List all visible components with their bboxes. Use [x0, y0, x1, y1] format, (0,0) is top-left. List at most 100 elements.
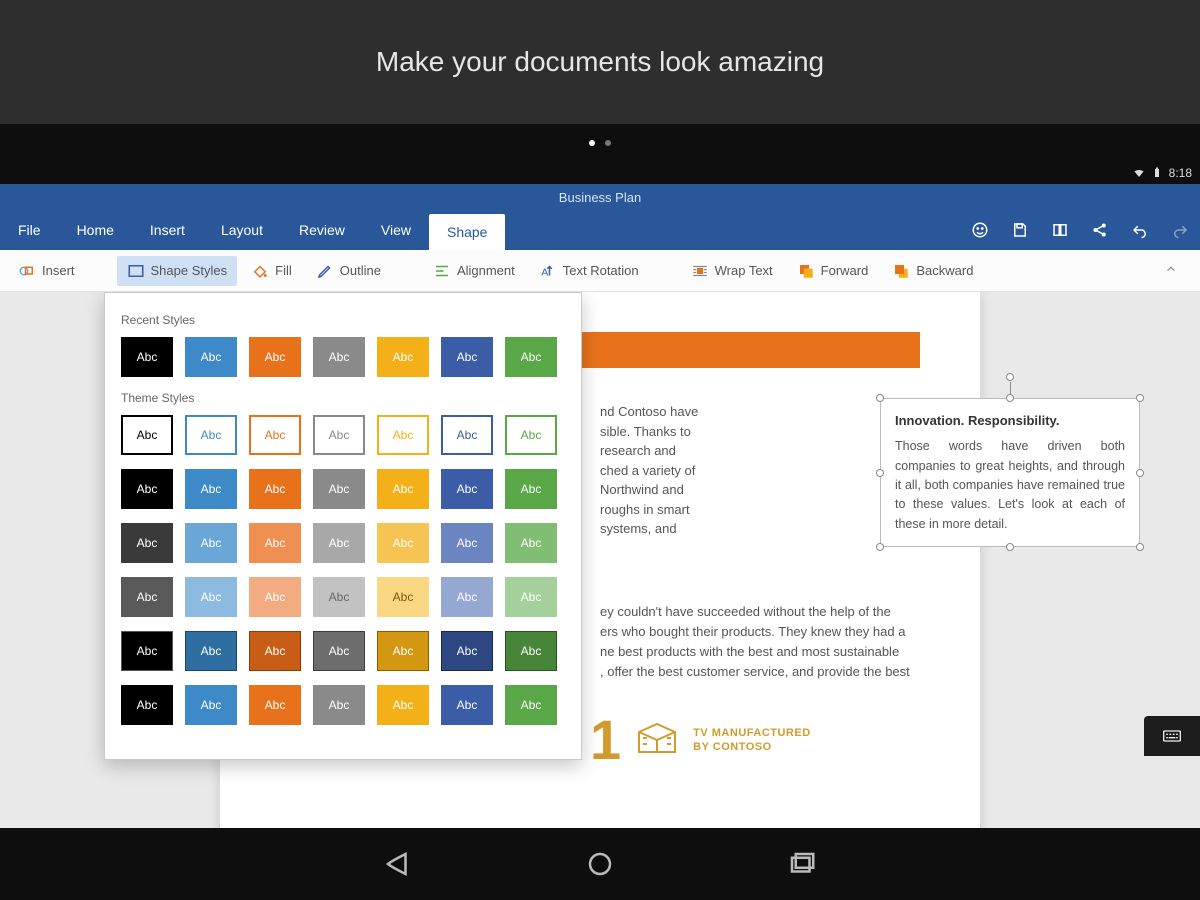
resize-handle[interactable]	[876, 543, 884, 551]
style-swatch[interactable]: Abc	[441, 415, 493, 455]
style-swatch[interactable]: Abc	[505, 469, 557, 509]
tool-bring-forward[interactable]: Forward	[787, 256, 879, 286]
nav-home-button[interactable]	[579, 843, 621, 885]
nav-recents-button[interactable]	[781, 843, 823, 885]
emoji-button[interactable]	[960, 210, 1000, 250]
tab-review[interactable]: Review	[281, 210, 363, 250]
document-canvas[interactable]: nd Contoso have sible. Thanks to researc…	[0, 292, 1200, 828]
style-swatch[interactable]: Abc	[505, 523, 557, 563]
tab-insert[interactable]: Insert	[132, 210, 203, 250]
ribbon-tabs: File Home Insert Layout Review View Shap…	[0, 210, 1200, 250]
style-swatch[interactable]: Abc	[121, 415, 173, 455]
style-swatch[interactable]: Abc	[377, 415, 429, 455]
style-swatch[interactable]: Abc	[313, 631, 365, 671]
tab-shape[interactable]: Shape	[429, 214, 505, 250]
tool-fill-label: Fill	[275, 263, 292, 278]
theme-styles-row: Abc Abc Abc Abc Abc Abc Abc	[121, 415, 565, 455]
style-swatch[interactable]: Abc	[185, 469, 237, 509]
style-swatch[interactable]: Abc	[249, 469, 301, 509]
tab-file[interactable]: File	[0, 210, 59, 250]
resize-handle[interactable]	[1136, 469, 1144, 477]
collapse-ribbon-button[interactable]	[1150, 262, 1192, 279]
style-swatch[interactable]: Abc	[313, 523, 365, 563]
tab-view[interactable]: View	[363, 210, 429, 250]
body-text-fragment: nd Contoso have sible. Thanks to researc…	[600, 402, 860, 539]
style-swatch[interactable]: Abc	[505, 631, 557, 671]
style-swatch[interactable]: Abc	[441, 337, 493, 377]
shape-styles-dropdown[interactable]: Recent Styles Abc Abc Abc Abc Abc Abc Abc Them…	[104, 292, 582, 760]
style-swatch[interactable]: Abc	[185, 337, 237, 377]
style-swatch[interactable]: Abc	[313, 337, 365, 377]
style-swatch[interactable]: Abc	[121, 337, 173, 377]
nav-back-button[interactable]	[377, 843, 419, 885]
resize-handle[interactable]	[1136, 543, 1144, 551]
style-swatch[interactable]: Abc	[121, 469, 173, 509]
reading-view-button[interactable]	[1040, 210, 1080, 250]
style-swatch[interactable]: Abc	[249, 631, 301, 671]
tool-wrap-text[interactable]: Wrap Text	[681, 256, 783, 286]
style-swatch[interactable]: Abc	[505, 577, 557, 617]
style-swatch[interactable]: Abc	[249, 337, 301, 377]
style-swatch[interactable]: Abc	[505, 415, 557, 455]
tool-fill[interactable]: Fill	[241, 256, 302, 286]
style-swatch[interactable]: Abc	[377, 577, 429, 617]
style-swatch[interactable]: Abc	[441, 685, 493, 725]
status-time: 8:18	[1169, 166, 1192, 180]
style-swatch[interactable]: Abc	[249, 685, 301, 725]
redo-button[interactable]	[1160, 210, 1200, 250]
style-swatch[interactable]: Abc	[377, 685, 429, 725]
style-swatch[interactable]: Abc	[249, 523, 301, 563]
style-swatch[interactable]: Abc	[121, 685, 173, 725]
tool-alignment[interactable]: Alignment	[423, 256, 525, 286]
recent-styles-row: Abc Abc Abc Abc Abc Abc Abc	[121, 337, 565, 377]
tool-shape-styles[interactable]: Shape Styles	[117, 256, 238, 286]
style-swatch[interactable]: Abc	[313, 577, 365, 617]
style-swatch[interactable]: Abc	[249, 577, 301, 617]
resize-handle[interactable]	[876, 394, 884, 402]
selected-textbox[interactable]: Innovation. Responsibility. Those words …	[880, 398, 1140, 547]
share-button[interactable]	[1080, 210, 1120, 250]
style-swatch[interactable]: Abc	[313, 415, 365, 455]
app-title-bar: Business Plan	[0, 184, 1200, 210]
style-swatch[interactable]: Abc	[313, 685, 365, 725]
resize-handle[interactable]	[1006, 543, 1014, 551]
style-swatch[interactable]: Abc	[441, 577, 493, 617]
style-swatch[interactable]: Abc	[377, 523, 429, 563]
style-swatch[interactable]: Abc	[377, 631, 429, 671]
tab-home[interactable]: Home	[59, 210, 132, 250]
style-swatch[interactable]: Abc	[121, 631, 173, 671]
pager-dot-active	[589, 140, 595, 146]
keyboard-fab[interactable]	[1144, 716, 1200, 756]
style-swatch[interactable]: Abc	[185, 415, 237, 455]
resize-handle[interactable]	[1006, 394, 1014, 402]
save-button[interactable]	[1000, 210, 1040, 250]
tab-layout[interactable]: Layout	[203, 210, 281, 250]
resize-handle[interactable]	[1136, 394, 1144, 402]
style-swatch[interactable]: Abc	[185, 631, 237, 671]
resize-handle[interactable]	[876, 469, 884, 477]
style-swatch[interactable]: Abc	[441, 631, 493, 671]
undo-button[interactable]	[1120, 210, 1160, 250]
tool-insert-shape[interactable]: Insert	[8, 256, 85, 286]
tool-text-rotation[interactable]: A Text Rotation	[529, 256, 649, 286]
theme-styles-heading: Theme Styles	[121, 391, 565, 405]
style-swatch[interactable]: Abc	[505, 337, 557, 377]
rotation-handle-icon[interactable]	[1006, 373, 1014, 381]
style-swatch[interactable]: Abc	[441, 523, 493, 563]
style-swatch[interactable]: Abc	[313, 469, 365, 509]
style-swatch[interactable]: Abc	[185, 577, 237, 617]
theme-styles-row: Abc Abc Abc Abc Abc Abc Abc	[121, 523, 565, 563]
style-swatch[interactable]: Abc	[121, 577, 173, 617]
style-swatch[interactable]: Abc	[505, 685, 557, 725]
style-swatch[interactable]: Abc	[249, 415, 301, 455]
style-swatch[interactable]: Abc	[185, 685, 237, 725]
tool-outline[interactable]: Outline	[306, 256, 391, 286]
style-swatch[interactable]: Abc	[377, 337, 429, 377]
style-swatch[interactable]: Abc	[185, 523, 237, 563]
style-swatch[interactable]: Abc	[377, 469, 429, 509]
tool-send-backward[interactable]: Backward	[882, 256, 983, 286]
style-swatch[interactable]: Abc	[121, 523, 173, 563]
style-swatch[interactable]: Abc	[441, 469, 493, 509]
recent-styles-heading: Recent Styles	[121, 313, 565, 327]
chevron-up-icon	[1164, 262, 1178, 276]
